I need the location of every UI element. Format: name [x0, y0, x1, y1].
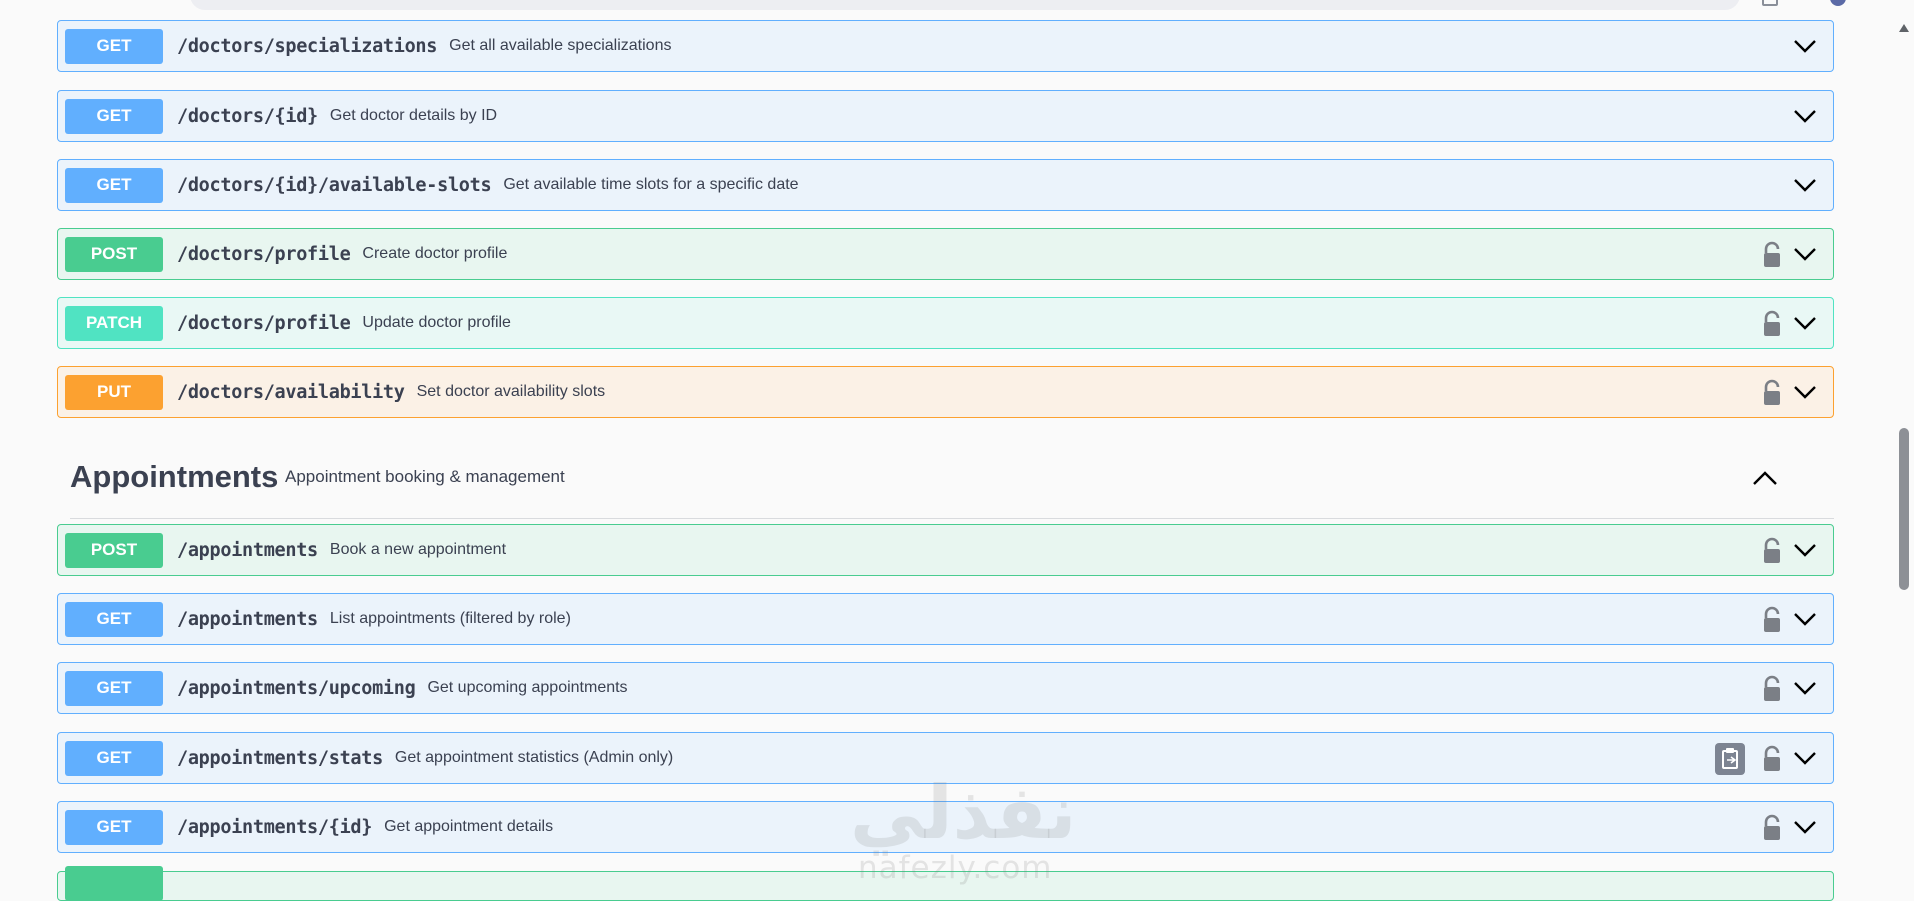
operation-description: Get available time slots for a specific … [503, 176, 799, 193]
operation-post-appointments[interactable]: POST /appointments Book a new appointmen… [57, 524, 1834, 576]
chevron-down-icon[interactable] [1793, 611, 1817, 627]
chevron-down-icon[interactable] [1793, 384, 1817, 400]
extensions-icon[interactable] [1762, 0, 1778, 6]
operation-path: /appointments/{id} [177, 816, 373, 838]
method-badge: GET [65, 809, 163, 845]
scrollbar-thumb[interactable] [1899, 428, 1909, 590]
chevron-down-icon[interactable] [1793, 542, 1817, 558]
scroll-up-arrow-icon[interactable] [1899, 24, 1909, 32]
address-bar[interactable] [190, 0, 1740, 10]
page-scrollbar[interactable] [1894, 0, 1914, 886]
method-badge: GET [65, 601, 163, 637]
operation-description: List appointments (filtered by role) [329, 610, 571, 627]
chevron-down-icon[interactable] [1793, 246, 1817, 262]
lock-icon[interactable] [1761, 606, 1783, 634]
operation-description: Set doctor availability slots [416, 383, 606, 400]
lock-icon[interactable] [1761, 745, 1783, 773]
operation-description: Get appointment statistics (Admin only) [394, 749, 674, 766]
operation-path: /doctors/specializations [177, 35, 438, 57]
profile-avatar[interactable] [1830, 0, 1846, 6]
operation-get-doctors-id[interactable]: GET /doctors/{id} Get doctor details by … [57, 90, 1834, 142]
lock-icon[interactable] [1761, 241, 1783, 269]
method-badge: GET [65, 670, 163, 706]
operation-path: /appointments [177, 608, 318, 630]
operation-description: Update doctor profile [362, 314, 511, 331]
chevron-up-icon[interactable] [1752, 469, 1778, 487]
chevron-down-icon[interactable] [1793, 315, 1817, 331]
chevron-down-icon[interactable] [1793, 819, 1817, 835]
section-header-appointments[interactable]: Appointments Appointment booking & manag… [70, 453, 1834, 519]
browser-top-bar [0, 0, 1914, 14]
section-title: Appointments [70, 459, 279, 494]
chevron-down-icon[interactable] [1793, 680, 1817, 696]
lock-icon[interactable] [1761, 814, 1783, 842]
operation-description: Create doctor profile [362, 245, 508, 262]
operation-get-doctors-available-slots[interactable]: GET /doctors/{id}/available-slots Get av… [57, 159, 1834, 211]
method-badge: GET [65, 740, 163, 776]
method-badge: POST [65, 532, 163, 568]
method-badge: PUT [65, 374, 163, 410]
method-badge: GET [65, 167, 163, 203]
operation-description: Get appointment details [384, 818, 554, 835]
operation-path: /appointments [177, 539, 318, 561]
chevron-down-icon[interactable] [1793, 108, 1817, 124]
operation-path: /appointments/stats [177, 747, 383, 769]
method-badge: GET [65, 28, 163, 64]
chevron-down-icon[interactable] [1793, 750, 1817, 766]
watermark-latin: nafezly.com [858, 850, 1053, 886]
lock-icon[interactable] [1761, 379, 1783, 407]
lock-icon[interactable] [1761, 675, 1783, 703]
method-badge: PATCH [65, 305, 163, 341]
operation-description: Get doctor details by ID [329, 107, 498, 124]
operation-patch-doctors-profile[interactable]: PATCH /doctors/profile Update doctor pro… [57, 297, 1834, 349]
operation-description: Get upcoming appointments [427, 679, 628, 696]
operation-get-appointments-upcoming[interactable]: GET /appointments/upcoming Get upcoming … [57, 662, 1834, 714]
method-badge: GET [65, 98, 163, 134]
copy-to-clipboard-button[interactable] [1715, 743, 1745, 775]
operation-path: /doctors/availability [177, 381, 405, 403]
lock-icon[interactable] [1761, 310, 1783, 338]
operation-path: /doctors/profile [177, 243, 351, 265]
watermark-arabic: نفذلي [850, 770, 1077, 856]
method-badge [65, 865, 163, 901]
section-description: Appointment booking & management [285, 467, 565, 486]
operation-path: /doctors/{id}/available-slots [177, 174, 492, 196]
operation-description: Book a new appointment [329, 541, 507, 558]
operation-post-doctors-profile[interactable]: POST /doctors/profile Create doctor prof… [57, 228, 1834, 280]
operation-path: /doctors/profile [177, 312, 351, 334]
operation-put-doctors-availability[interactable]: PUT /doctors/availability Set doctor ava… [57, 366, 1834, 418]
clipboard-icon [1722, 748, 1738, 769]
chevron-down-icon[interactable] [1793, 38, 1817, 54]
lock-icon[interactable] [1761, 537, 1783, 565]
chevron-down-icon[interactable] [1793, 177, 1817, 193]
operation-get-doctors-specializations[interactable]: GET /doctors/specializations Get all ava… [57, 20, 1834, 72]
method-badge: POST [65, 236, 163, 272]
operation-path: /appointments/upcoming [177, 677, 416, 699]
operation-description: Get all available specializations [449, 37, 672, 54]
operation-get-appointments[interactable]: GET /appointments List appointments (fil… [57, 593, 1834, 645]
operation-path: /doctors/{id} [177, 105, 318, 127]
